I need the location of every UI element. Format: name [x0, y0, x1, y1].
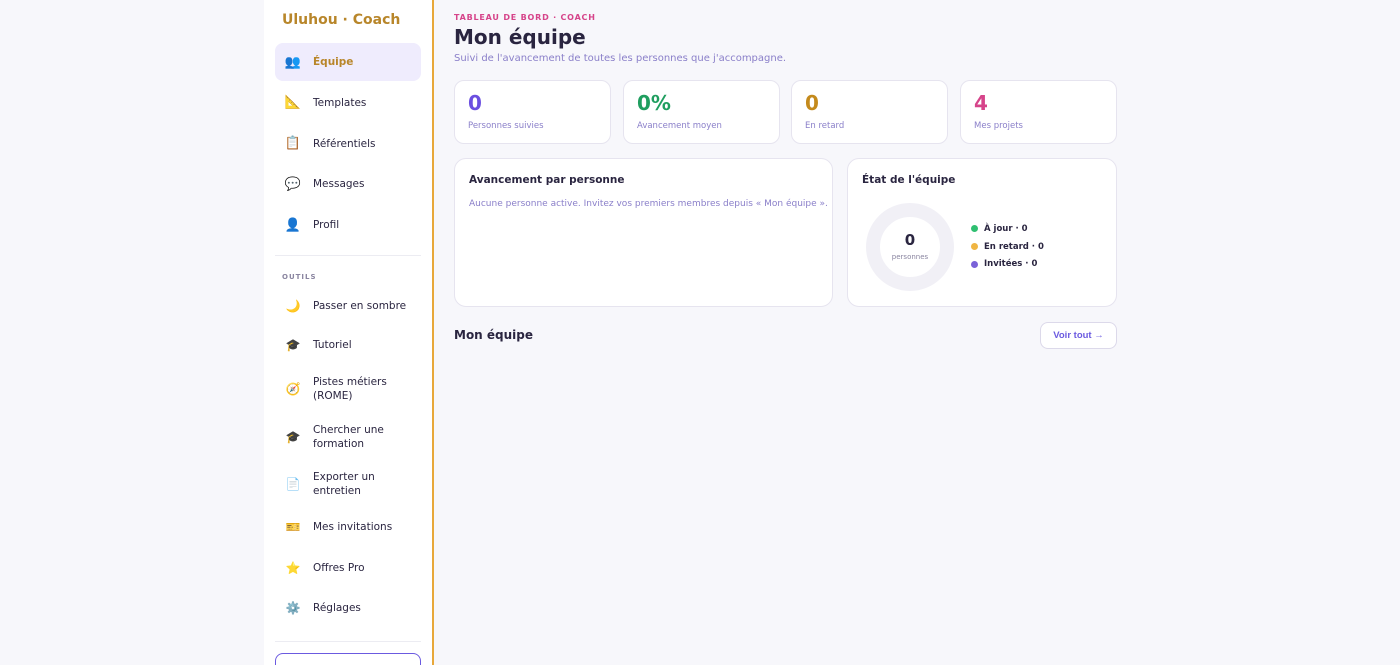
tool-label: Réglages	[313, 602, 361, 614]
stat-label: Mes projets	[974, 121, 1023, 131]
stat-value: 0	[468, 91, 482, 115]
card-title: Avancement par personne	[469, 174, 625, 186]
stat-label: Personnes suivies	[468, 121, 544, 131]
main-nav: 👥 Équipe 📐 Templates 📋 Référentiels 💬 Me…	[275, 43, 421, 247]
legend-label: En retard · 0	[984, 241, 1044, 252]
tools-nav: 🌙 Passer en sombre 🎓 Tutoriel 🧭 Pistes m…	[275, 287, 421, 628]
clipboard-icon: 📋	[284, 136, 302, 152]
nav-item-label: Équipe	[313, 56, 354, 68]
team-icon: 👥	[284, 54, 302, 70]
stat-card-en-retard: 0 En retard	[791, 80, 948, 144]
see-all-button[interactable]: Voir tout →	[1040, 322, 1117, 349]
document-icon: 📄	[285, 476, 301, 491]
tool-label: Chercher une formation	[313, 423, 384, 450]
stat-card-personnes-suivies: 0 Personnes suivies	[454, 80, 611, 144]
ticket-icon: 🎫	[285, 520, 301, 534]
tool-exporter-entretien[interactable]: 📄 Exporter un entretien	[275, 460, 421, 507]
gear-icon: ⚙️	[285, 601, 301, 615]
nav-item-label: Profil	[313, 219, 340, 232]
sidebar-bottom-button[interactable]	[275, 653, 421, 665]
card-title: État de l'équipe	[862, 174, 956, 186]
tool-chercher-formation[interactable]: 🎓 Chercher une formation	[275, 413, 421, 460]
sidebar-divider	[275, 255, 421, 256]
nav-item-label: Référentiels	[313, 137, 376, 150]
tool-dark-mode[interactable]: 🌙 Passer en sombre	[275, 287, 421, 325]
tool-label: Mes invitations	[313, 521, 393, 533]
graduation-cap-icon: 🎓	[285, 429, 301, 444]
tool-label: Pistes métiers (ROME)	[313, 376, 387, 402]
stat-card-avancement-moyen: 0% Avancement moyen	[623, 80, 780, 144]
tool-mes-invitations[interactable]: 🎫 Mes invitations	[275, 507, 421, 547]
legend-label: À jour · 0	[984, 223, 1028, 234]
tool-reglages[interactable]: ⚙️ Réglages	[275, 588, 421, 628]
legend-dot	[971, 260, 978, 268]
tool-pistes-metiers[interactable]: 🧭 Pistes métiers (ROME)	[275, 365, 421, 413]
tools-section-title: OUTILS	[282, 273, 317, 281]
progress-per-person-card: Avancement par personne Aucune personne …	[454, 158, 833, 307]
graduation-cap-icon: 🎓	[285, 338, 301, 352]
stat-label: Avancement moyen	[637, 121, 722, 131]
nav-item-referentiels[interactable]: 📋 Référentiels	[275, 125, 421, 163]
legend-item-a-jour: À jour · 0	[971, 220, 1044, 238]
legend-dot	[971, 225, 978, 233]
page-subtitle: Suivi de l'avancement de toutes les pers…	[454, 53, 787, 64]
stat-value: 4	[974, 91, 988, 115]
tool-label: Passer en sombre	[313, 300, 407, 312]
tool-offres-pro[interactable]: ⭐ Offres Pro	[275, 547, 421, 588]
team-section-title: Mon équipe	[454, 328, 534, 342]
team-state-card: État de l'équipe 0 personnes À jour · 0 …	[847, 158, 1117, 307]
stat-card-mes-projets: 4 Mes projets	[960, 80, 1117, 144]
tool-label: Tutoriel	[313, 339, 352, 351]
user-icon: 👤	[284, 217, 302, 233]
tool-tutoriel[interactable]: 🎓 Tutoriel	[275, 325, 421, 365]
team-legend: À jour · 0 En retard · 0 Invitées · 0	[971, 220, 1044, 273]
legend-item-en-retard: En retard · 0	[971, 238, 1044, 256]
team-donut-chart: 0 personnes	[866, 203, 954, 291]
legend-label: Invitées · 0	[984, 259, 1038, 270]
tool-label: Exporter un entretien	[313, 470, 375, 497]
sidebar: Uluhou · Coach 👥 Équipe 📐 Templates 📋 Ré…	[264, 0, 434, 665]
stat-label: En retard	[805, 121, 845, 131]
moon-icon: 🌙	[285, 299, 301, 313]
legend-dot	[971, 243, 978, 251]
compass-icon: 🧭	[285, 382, 301, 396]
star-icon: ⭐	[285, 560, 301, 575]
donut-total: 0	[904, 231, 916, 249]
nav-item-templates[interactable]: 📐 Templates	[275, 84, 421, 122]
ruler-icon: 📐	[284, 95, 302, 111]
stat-value: 0%	[637, 91, 671, 115]
chat-icon: 💬	[284, 176, 302, 192]
donut-total-label: personnes	[891, 253, 929, 261]
legend-item-invitees: Invitées · 0	[971, 255, 1044, 273]
page-eyebrow: TABLEAU DE BORD · COACH	[454, 13, 596, 22]
nav-item-messages[interactable]: 💬 Messages	[275, 165, 421, 203]
brand-logo[interactable]: Uluhou · Coach	[282, 12, 400, 28]
nav-item-profil[interactable]: 👤 Profil	[275, 206, 421, 244]
empty-state-text: Aucune personne active. Invitez vos prem…	[469, 199, 828, 209]
tool-label: Offres Pro	[313, 561, 365, 574]
nav-item-label: Templates	[313, 96, 367, 109]
nav-item-equipe[interactable]: 👥 Équipe	[275, 43, 421, 81]
stat-value: 0	[805, 91, 819, 115]
nav-item-label: Messages	[313, 178, 365, 191]
page-title: Mon équipe	[454, 25, 586, 49]
sidebar-divider	[275, 641, 421, 642]
